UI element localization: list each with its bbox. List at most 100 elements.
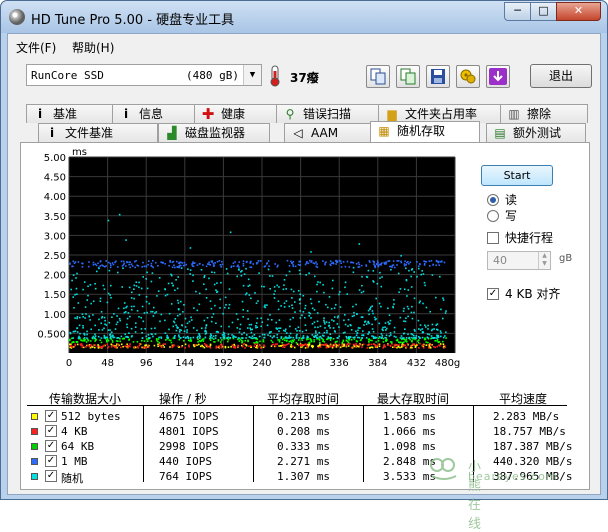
- data-point: [134, 346, 137, 349]
- data-point: [171, 346, 173, 349]
- start-button[interactable]: Start: [481, 165, 553, 186]
- minimize-button[interactable]: ─: [504, 2, 531, 21]
- tab-file-benchmark[interactable]: i 文件基准: [38, 123, 158, 142]
- data-point: [355, 303, 357, 306]
- series-checkbox[interactable]: ✓: [45, 440, 57, 452]
- data-point: [287, 343, 290, 345]
- data-point: [114, 346, 116, 348]
- series-checkbox[interactable]: ✓: [45, 425, 57, 437]
- write-radio[interactable]: [487, 210, 499, 222]
- series-checkbox[interactable]: ✓: [45, 470, 57, 482]
- data-point: [227, 346, 230, 348]
- data-point: [194, 344, 197, 346]
- data-point: [283, 329, 285, 332]
- data-point: [197, 335, 199, 338]
- data-point: [315, 332, 317, 334]
- data-point: [305, 274, 307, 276]
- data-point: [151, 310, 154, 313]
- data-point: [142, 261, 144, 264]
- data-point: [122, 345, 124, 348]
- data-point: [168, 328, 170, 331]
- data-point: [75, 277, 77, 279]
- download-icon: [489, 68, 507, 85]
- data-point: [382, 329, 384, 332]
- data-point: [274, 290, 276, 292]
- series-checkbox[interactable]: ✓: [45, 455, 57, 467]
- data-point: [292, 290, 295, 293]
- data-point: [116, 321, 119, 323]
- data-point: [353, 311, 355, 314]
- data-point: [291, 297, 293, 299]
- data-point: [133, 288, 135, 290]
- data-point: [403, 263, 406, 265]
- data-point: [365, 323, 368, 325]
- data-point: [94, 346, 96, 349]
- tab-random-access[interactable]: ▦ 随机存取: [370, 121, 480, 142]
- data-point: [362, 334, 364, 336]
- data-point: [117, 307, 120, 310]
- data-point: [231, 334, 233, 336]
- data-point: [274, 345, 277, 347]
- data-point: [207, 345, 209, 348]
- tab-erase[interactable]: ▥ 擦除: [500, 104, 588, 123]
- title-bar[interactable]: HD Tune Pro 5.00 - 硬盘专业工具 ─ □ ✕: [1, 1, 607, 33]
- data-point: [73, 330, 75, 333]
- data-point: [204, 344, 207, 347]
- align-4kb-checkbox[interactable]: ✓: [487, 288, 499, 300]
- cell-avg: 0.208 ms: [277, 425, 330, 438]
- series-checkbox[interactable]: ✓: [45, 410, 57, 422]
- options-button[interactable]: [456, 65, 480, 88]
- data-point: [82, 327, 84, 329]
- cell-avg: 0.213 ms: [277, 410, 330, 423]
- data-point: [72, 260, 75, 263]
- data-point: [332, 327, 335, 329]
- close-button[interactable]: ✕: [556, 2, 601, 21]
- data-point: [378, 336, 381, 338]
- tab-aam[interactable]: ◁ AAM: [284, 123, 374, 142]
- data-point: [222, 312, 224, 315]
- maximize-button[interactable]: □: [530, 2, 557, 21]
- data-point: [403, 344, 406, 346]
- data-point: [337, 315, 339, 317]
- menu-help[interactable]: 帮助(H): [72, 39, 114, 56]
- exit-button[interactable]: 退出: [530, 64, 592, 88]
- data-point: [318, 339, 321, 341]
- data-point: [367, 333, 369, 335]
- data-point: [434, 340, 436, 342]
- drive-select[interactable]: RunCore SSD (480 gB) ▼: [26, 64, 262, 86]
- menu-file[interactable]: 文件(F): [16, 39, 56, 56]
- spinner-arrows-icon[interactable]: ▲ ▼: [538, 252, 550, 269]
- copy-button[interactable]: [366, 65, 390, 88]
- tab-extra-tests[interactable]: ▤ 额外测试: [486, 123, 586, 142]
- download-button[interactable]: [486, 65, 510, 88]
- data-point: [301, 344, 304, 346]
- tab-health[interactable]: ✚ 健康: [194, 104, 284, 123]
- data-point: [89, 284, 92, 286]
- copy-all-button[interactable]: [396, 65, 420, 88]
- tab-error-scan[interactable]: ⚲ 错误扫描: [276, 104, 380, 123]
- save-button[interactable]: [426, 65, 450, 88]
- data-point: [297, 290, 300, 292]
- data-point: [92, 300, 95, 303]
- data-point: [332, 262, 335, 265]
- data-point: [123, 337, 125, 340]
- data-point: [436, 334, 438, 337]
- data-point: [76, 316, 79, 318]
- data-point: [231, 344, 234, 346]
- chevron-down-icon[interactable]: ▼: [243, 65, 261, 85]
- series-color-swatch: [31, 458, 38, 465]
- quick-stroke-size-input[interactable]: 40 ▲ ▼: [487, 251, 551, 270]
- data-point: [214, 304, 216, 307]
- data-point: [326, 329, 328, 332]
- quick-stroke-checkbox[interactable]: [487, 232, 499, 244]
- data-point: [309, 338, 311, 340]
- data-point: [85, 346, 87, 348]
- tab-disk-monitor[interactable]: ▟ 磁盘监视器: [158, 123, 270, 142]
- data-point: [399, 346, 401, 349]
- data-point: [98, 267, 100, 270]
- tab-info[interactable]: i 信息: [112, 104, 202, 123]
- data-point: [388, 323, 390, 325]
- read-radio[interactable]: [487, 194, 499, 206]
- data-point: [396, 264, 398, 266]
- data-point: [291, 304, 293, 306]
